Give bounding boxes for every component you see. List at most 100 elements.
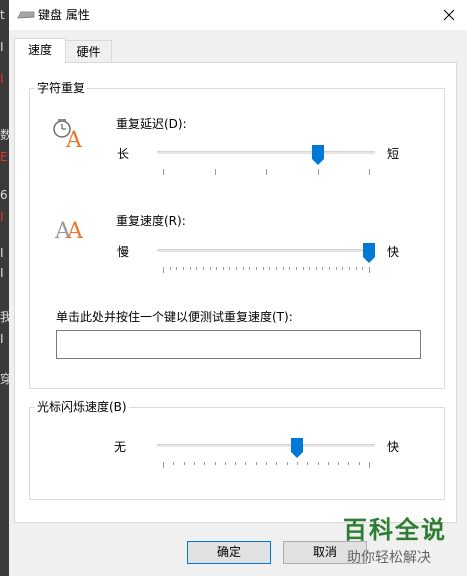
slider-tick (286, 462, 288, 465)
slider-tick (317, 169, 319, 175)
background-text-fragment: 6 (0, 188, 8, 202)
tab-speed[interactable]: 速度 (14, 38, 66, 63)
watermark-logo: 百科全说 助你轻松解决 (335, 515, 467, 576)
slider-tick (255, 462, 257, 465)
slider-tick (342, 267, 344, 270)
slider-tick (362, 267, 364, 270)
background-text-fragment: 我 (0, 310, 9, 324)
repeat-delay-max-label: 短 (387, 147, 400, 161)
slider-tick (317, 462, 319, 465)
slider-tick (266, 169, 267, 175)
repeat-rate-slider[interactable] (157, 243, 375, 275)
slider-tick (266, 462, 267, 465)
clock-letter-a-icon: A (53, 119, 83, 148)
background-text-fragment: I (0, 246, 4, 260)
watermark-subtitle: 助你轻松解决 (347, 550, 431, 566)
background-text-fragment: I (0, 40, 4, 54)
slider-tick (209, 267, 211, 270)
slider-thumb[interactable] (363, 243, 375, 263)
slider-tick (242, 267, 244, 270)
slider-tick (329, 267, 331, 270)
slider-thumb[interactable] (290, 438, 303, 458)
slider-tick (307, 462, 309, 465)
slider-thumb[interactable] (311, 145, 324, 165)
background-text-fragment: I (0, 332, 4, 346)
slider-tick (315, 267, 317, 270)
close-icon[interactable] (439, 5, 459, 25)
slider-tick (338, 462, 340, 465)
cursor-blink-min-label: 无 (114, 440, 127, 454)
cursor-blink-slider[interactable] (157, 438, 375, 470)
slider-track (157, 444, 375, 448)
slider-tick (262, 267, 264, 270)
char-repeat-group-label: 字符重复 (35, 81, 88, 95)
repeat-delay-label: 重复延迟(D): (116, 117, 187, 131)
slider-ticks (157, 169, 375, 175)
slider-tick (269, 267, 271, 270)
slider-tick (249, 267, 251, 270)
slider-tick (169, 267, 171, 270)
slider-tick (196, 267, 198, 270)
slider-tick (224, 462, 226, 465)
repeat-rate-label: 重复速度(R): (116, 214, 186, 228)
slider-tick (214, 169, 216, 175)
slider-tick (222, 267, 224, 270)
slider-tick (296, 462, 298, 465)
slider-track (157, 151, 375, 155)
slider-tick (173, 462, 175, 465)
svg-text:A: A (66, 219, 84, 241)
slider-tick (327, 462, 329, 465)
keyboard-properties-dialog: 键盘 属性 速度 硬件 字符重复 A 重复延迟(D): 长 短 A A 重复速度… (9, 0, 467, 576)
slider-tick (216, 267, 218, 270)
tab-hardware[interactable]: 硬件 (65, 40, 112, 63)
slider-tick (349, 267, 351, 270)
background-text-fragment: 数 (0, 128, 9, 142)
slider-tick (236, 267, 238, 270)
background-text-fragment: E (0, 150, 8, 164)
title-bar[interactable]: 键盘 属性 (9, 0, 467, 30)
slider-tick (369, 462, 370, 468)
slider-tick (214, 462, 216, 465)
slider-tick (335, 267, 337, 270)
svg-text:A: A (65, 128, 83, 148)
slider-tick (369, 267, 370, 273)
slider-tick (182, 267, 184, 270)
slider-tick (163, 169, 164, 175)
double-letter-a-icon: A A (55, 219, 84, 241)
slider-tick (245, 462, 247, 465)
keyboard-icon (17, 11, 35, 19)
background-text-fragment: I (0, 266, 4, 280)
background-window-strip: tII数E6III我I穿 (0, 0, 9, 576)
test-field-label: 单击此处并按住一个键以便测试重复速度(T): (56, 310, 293, 324)
background-text-fragment: I (0, 210, 4, 224)
slider-tick (348, 462, 350, 465)
slider-tick (176, 267, 178, 270)
background-text-fragment: t (0, 8, 5, 22)
repeat-test-input[interactable] (56, 330, 421, 359)
cursor-blink-group-label: 光标闪烁速度(B) (35, 400, 129, 414)
repeat-delay-slider[interactable] (157, 145, 375, 177)
background-text-fragment: 穿 (0, 372, 9, 386)
slider-tick (275, 267, 277, 270)
repeat-rate-max-label: 快 (387, 245, 400, 259)
slider-tick (204, 462, 206, 465)
slider-tick (309, 267, 311, 270)
slider-tick (295, 267, 297, 270)
slider-tick (256, 267, 258, 270)
slider-tick (202, 267, 204, 270)
slider-tick (163, 267, 164, 273)
slider-ticks (157, 462, 375, 468)
slider-tick (322, 267, 324, 270)
background-text-fragment: I (0, 72, 4, 86)
slider-tick (289, 267, 291, 270)
slider-tick (189, 267, 191, 270)
slider-tick (235, 462, 237, 465)
slider-tick (163, 462, 164, 468)
watermark-title: 百科全说 (343, 516, 447, 544)
slider-tick (355, 267, 357, 270)
repeat-rate-min-label: 慢 (117, 245, 130, 259)
window-title: 键盘 属性 (38, 8, 90, 22)
slider-tick (358, 462, 360, 465)
ok-button[interactable]: 确定 (187, 541, 271, 564)
slider-tick (369, 169, 370, 175)
